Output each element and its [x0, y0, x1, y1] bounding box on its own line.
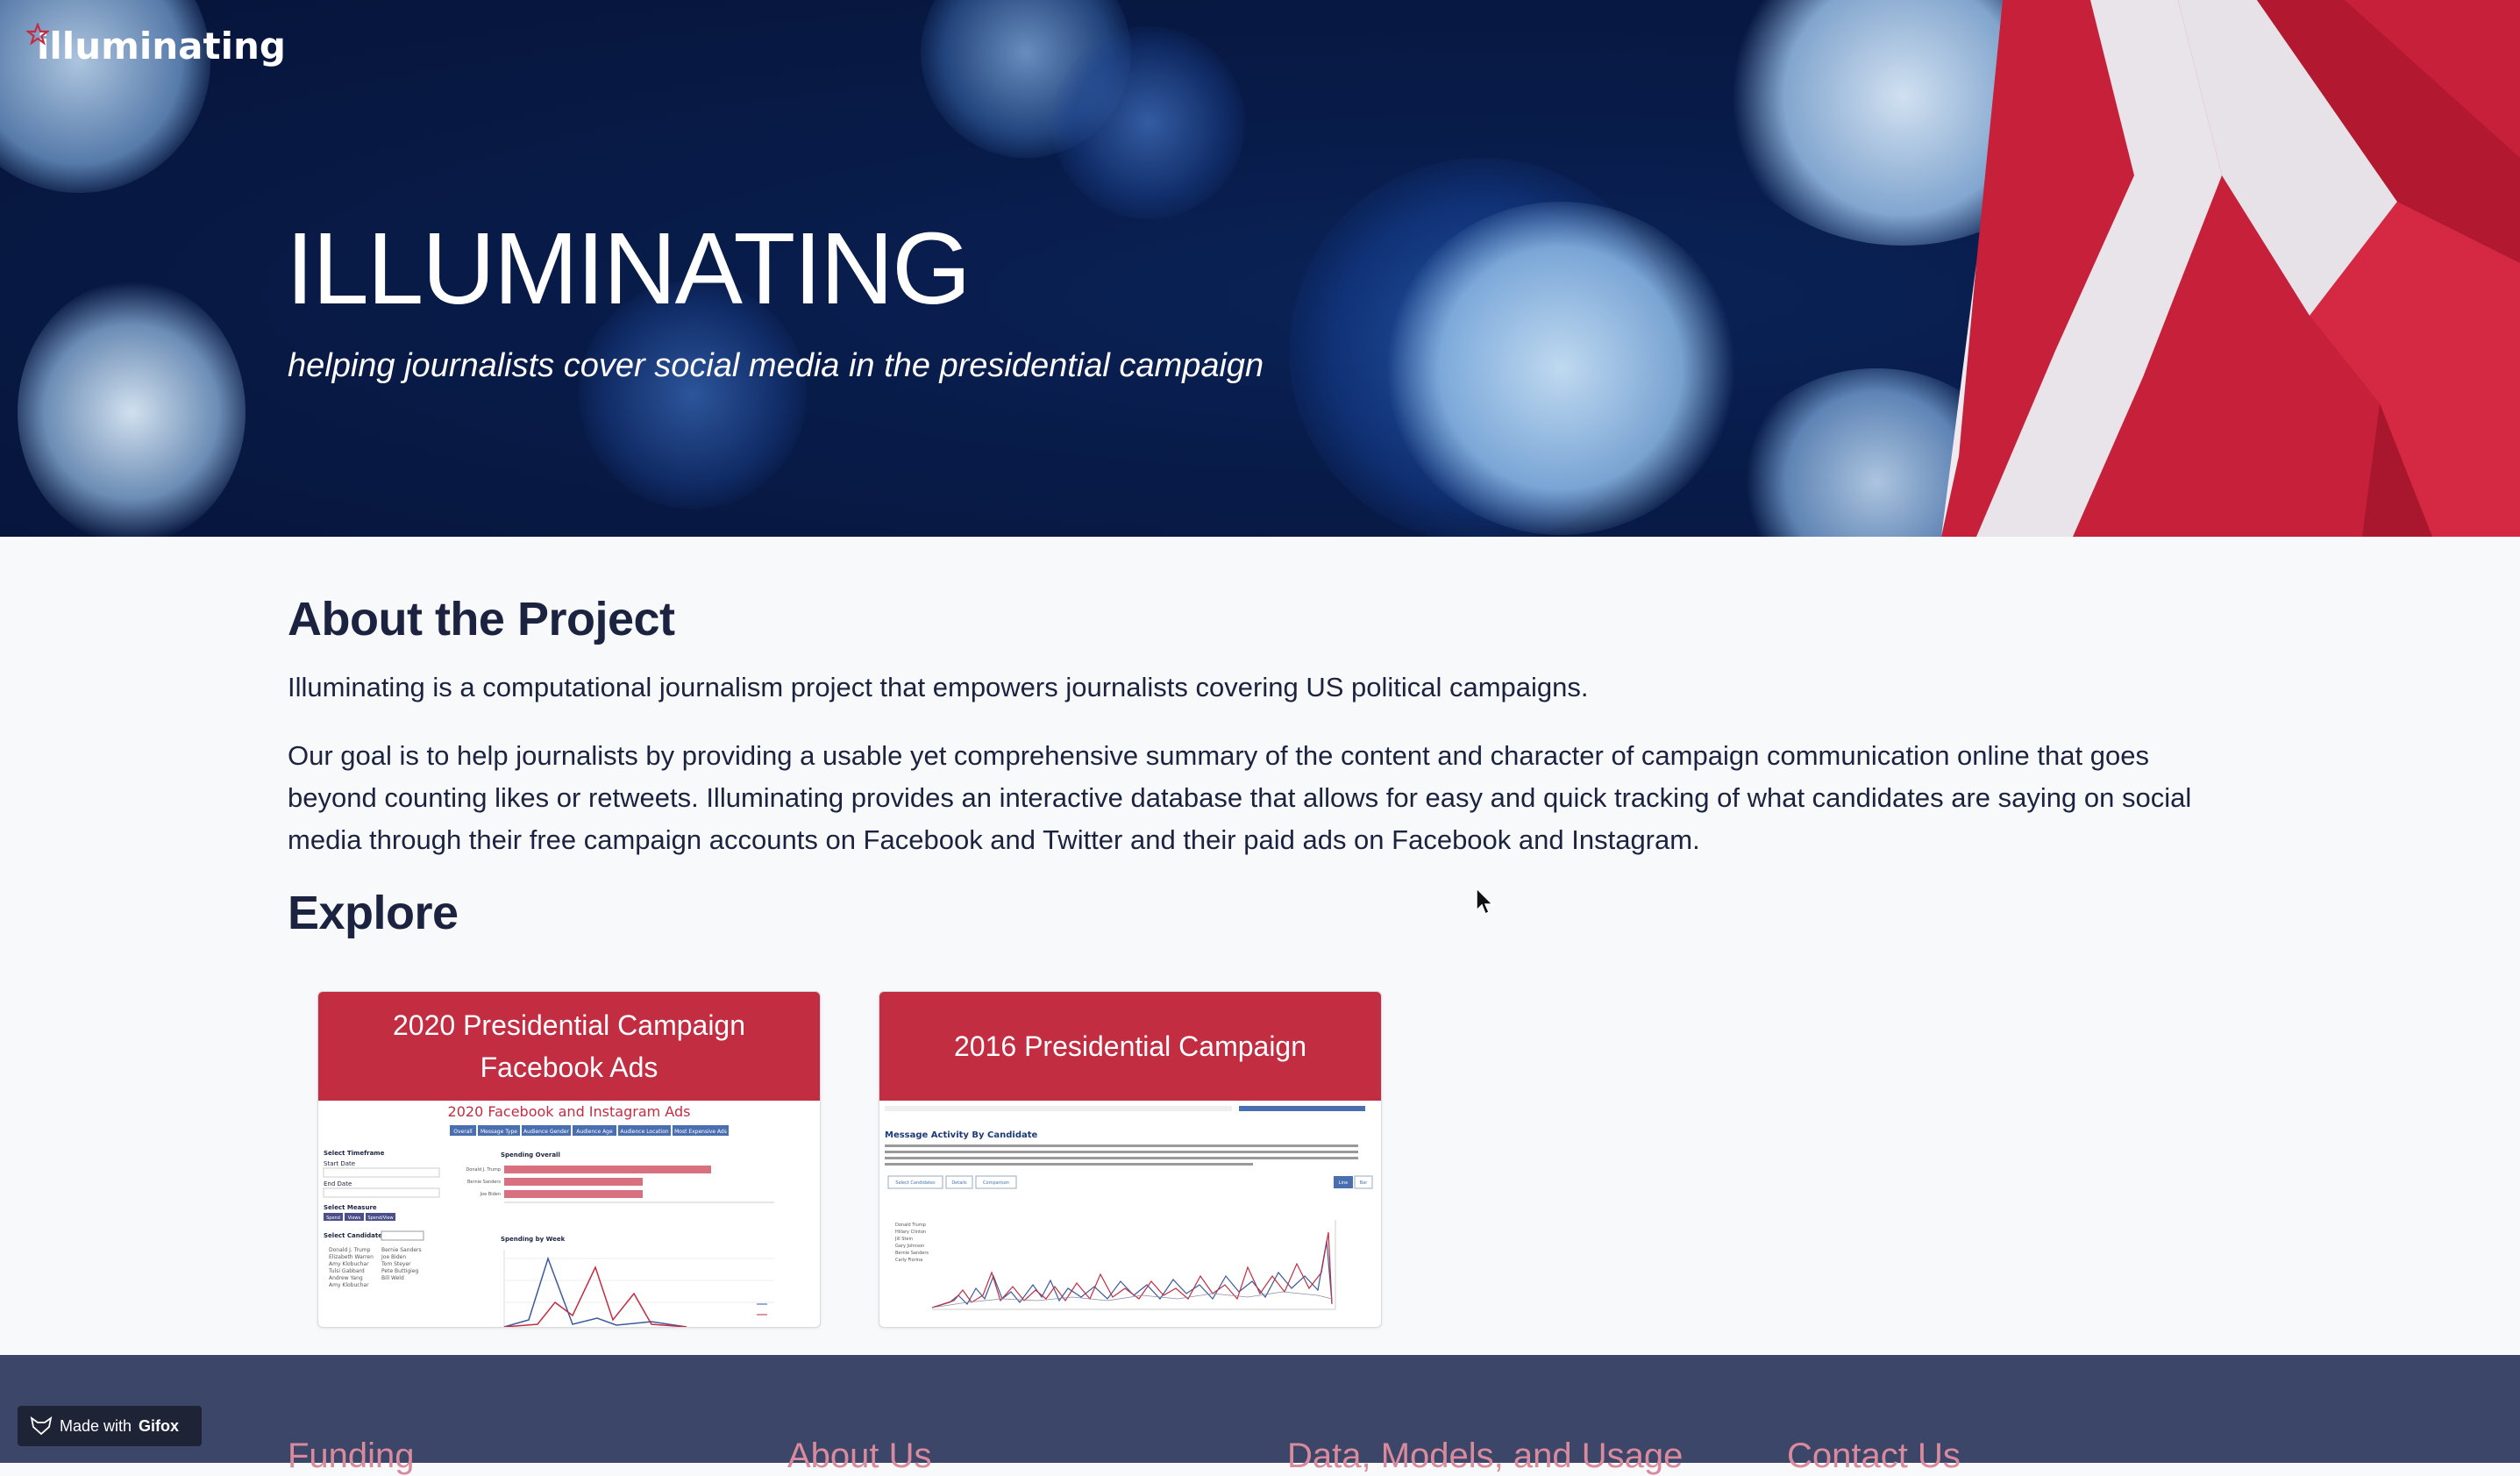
preview-heading: Message Activity By Candidate: [885, 1130, 1038, 1140]
candidate-item: Elizabeth Warren: [329, 1254, 374, 1260]
bar-label: Bernie Sanders: [467, 1180, 501, 1185]
activity-preview: Message Activity By Candidate Select Can…: [885, 1106, 1373, 1310]
sidebar-label: Select Candidates: [324, 1232, 386, 1239]
preview-button: Select Candidates: [895, 1180, 936, 1186]
tab-label: Most Expensive Ads: [674, 1129, 727, 1135]
preview-heading: 2020 Facebook and Instagram Ads: [448, 1103, 691, 1120]
tab-label: Message Type: [481, 1129, 517, 1135]
footer-data-heading[interactable]: Data, Models, and Usage: [1287, 1437, 1683, 1476]
preview-button: Comparison: [983, 1180, 1009, 1186]
toggle-line: Line: [1339, 1180, 1348, 1186]
preview-tabs: Overall Message Type Audience Gender Aud…: [450, 1125, 729, 1136]
measure-button: Spend: [326, 1216, 340, 1221]
spending-overall-chart: Spending Overall Donald J. Trump Bernie …: [466, 1152, 774, 1203]
candidate-item: Bill Weld: [381, 1275, 404, 1281]
toggle-bar: Bar: [1360, 1180, 1368, 1186]
activity-series-red: [931, 1231, 1333, 1308]
dashboard-preview: 2020 Facebook and Instagram Ads Overall …: [323, 1103, 774, 1327]
badge-prefix: Made with: [60, 1416, 132, 1435]
hero-title: ILLUMINATING: [286, 211, 972, 325]
tab-label: Audience Age: [576, 1129, 613, 1135]
logo-text: illuminating: [37, 25, 286, 68]
legend-item: Jill Stein: [894, 1237, 913, 1242]
card-preview-2020: 2020 Facebook and Instagram Ads Overall …: [318, 1101, 820, 1327]
flag-image: [1941, 0, 2520, 537]
tab-label: Overall: [453, 1129, 473, 1135]
measure-button: Views: [348, 1216, 361, 1221]
candidate-item: Donald J. Trump: [329, 1247, 371, 1253]
candidate-item: Amy Klobuchar: [329, 1261, 369, 1267]
footer-funding-heading[interactable]: Funding: [288, 1437, 415, 1476]
sidebar-label: End Date: [324, 1180, 352, 1187]
card-title[interactable]: 2020 Presidential Campaign Facebook Ads: [318, 992, 820, 1101]
site-logo[interactable]: illuminating: [26, 23, 286, 68]
candidate-item: Bernie Sanders: [381, 1247, 422, 1253]
about-heading: About the Project: [288, 593, 675, 645]
preview-button: Details: [951, 1180, 967, 1186]
bokeh-light: [1052, 26, 1245, 219]
hero-subtitle: helping journalists cover social media i…: [288, 347, 1264, 384]
legend-item: Hillary Clinton: [895, 1230, 926, 1235]
spending-bar: [504, 1190, 643, 1198]
candidate-item: Amy Klobuchar: [329, 1282, 369, 1288]
footer-about-heading[interactable]: About Us: [787, 1437, 932, 1476]
tab-label: Audience Location: [620, 1129, 668, 1135]
about-paragraph-2: Our goal is to help journalists by provi…: [288, 740, 2192, 855]
badge-brand: Gifox: [139, 1416, 180, 1435]
card-2020-facebook-ads[interactable]: 2020 Presidential Campaign Facebook Ads …: [317, 991, 821, 1328]
candidate-item: Tulsi Gabbard: [328, 1268, 365, 1274]
spending-bar: [504, 1166, 711, 1173]
candidate-item: Pete Buttigieg: [381, 1268, 419, 1274]
footer-contact-heading[interactable]: Contact Us: [1787, 1437, 1961, 1476]
candidate-item: Joe Biden: [381, 1254, 406, 1260]
star-icon: [26, 23, 49, 46]
candidate-item: Andrew Yang: [329, 1275, 363, 1281]
spending-bar: [504, 1178, 643, 1186]
sidebar-label: Select Measure: [324, 1204, 377, 1211]
gifox-badge[interactable]: Made with Gifox: [18, 1406, 202, 1446]
bokeh-light: [18, 281, 246, 537]
bokeh-light: [1385, 202, 1736, 535]
fox-icon: [30, 1416, 53, 1436]
preview-sidebar: Select Timeframe Start Date End Date Sel…: [323, 1150, 440, 1241]
legend-item: Carly Fiorina: [895, 1258, 922, 1263]
mouse-cursor-icon: [1476, 888, 1494, 916]
chart-title: Spending Overall: [501, 1152, 560, 1159]
spending-by-week-chart: Spending by Week: [501, 1236, 774, 1327]
preview-buttons: Select Candidates Details Comparison Lin…: [887, 1175, 1373, 1189]
chart-legend: Donald Trump Hillary Clinton Jill Stein …: [894, 1223, 929, 1263]
candidate-item: Tom Steyer: [381, 1261, 411, 1267]
chart-title: Spending by Week: [501, 1236, 566, 1243]
card-title[interactable]: 2016 Presidential Campaign: [879, 992, 1381, 1101]
card-preview-2016: Message Activity By Candidate Select Can…: [879, 1101, 1381, 1327]
description-lines: [885, 1144, 1358, 1166]
legend-item: Bernie Sanders: [895, 1251, 929, 1256]
explore-heading: Explore: [288, 887, 459, 939]
bar-label: Donald J. Trump: [466, 1167, 501, 1173]
card-2016-campaign[interactable]: 2016 Presidential Campaign Message Activ…: [879, 991, 1382, 1328]
about-paragraph-1: Illuminating is a computational journali…: [288, 672, 1589, 702]
measure-button: Spend/View: [367, 1216, 393, 1221]
legend-item: Gary Johnson: [895, 1244, 924, 1249]
candidate-list: Donald J. Trump Elizabeth Warren Amy Klo…: [328, 1247, 422, 1288]
sidebar-label: Start Date: [324, 1160, 355, 1167]
hero-banner: illuminating ILLUMINATING helping journa…: [0, 0, 2520, 537]
legend-item: Donald Trump: [895, 1223, 926, 1228]
bar-label: Joe Biden: [480, 1192, 501, 1197]
tab-label: Audience Gender: [523, 1129, 569, 1135]
sidebar-label: Select Timeframe: [324, 1150, 385, 1157]
